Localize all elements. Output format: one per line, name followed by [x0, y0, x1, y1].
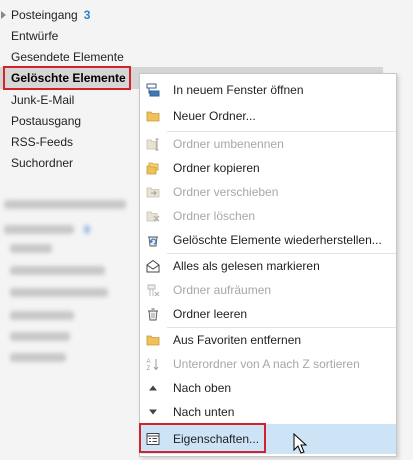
folder-gesendete[interactable]: Gesendete Elemente — [11, 47, 124, 67]
rename-folder-icon — [146, 138, 159, 151]
context-menu: In neuem Fenster öffnen Neuer Ordner... … — [139, 73, 397, 457]
menu-item-rename-folder: Ordner umbenennen — [140, 132, 396, 156]
redacted-account-name — [4, 200, 126, 209]
menu-item-label: Nach unten — [173, 405, 235, 419]
unread-count-badge: 3 — [83, 8, 91, 22]
remove-favorite-icon — [146, 335, 160, 346]
menu-item-label: Gelöschte Elemente wiederherstellen... — [173, 233, 382, 247]
menu-item-label: Ordner verschieben — [173, 185, 279, 199]
menu-item-label: Ordner aufräumen — [173, 283, 272, 297]
redacted-count — [84, 225, 90, 234]
menu-item-delete-folder: Ordner löschen — [140, 204, 396, 228]
sort-az-icon: A Z — [147, 359, 159, 371]
menu-item-label: Ordner umbenennen — [173, 137, 284, 151]
menu-item-label: Neuer Ordner... — [173, 109, 256, 123]
redacted-folder — [10, 244, 52, 253]
menu-item-label: Ordner leeren — [173, 307, 248, 321]
folder-suchordner[interactable]: Suchordner — [11, 153, 73, 173]
folder-rss[interactable]: RSS-Feeds — [11, 132, 73, 152]
menu-item-copy-folder[interactable]: Ordner kopieren — [140, 156, 396, 180]
folder-geloeschte[interactable]: Gelöschte Elemente — [11, 68, 126, 88]
folder-label: Junk-E-Mail — [11, 93, 75, 107]
menu-item-label: Unterordner von A nach Z sortieren — [173, 357, 360, 371]
menu-item-sort-subfolders: A Z Unterordner von A nach Z sortieren — [140, 352, 396, 376]
menu-item-cleanup-folder: Ordner aufräumen — [140, 278, 396, 302]
arrow-up-icon — [149, 385, 157, 391]
folder-label: Postausgang — [11, 114, 82, 128]
svg-text:Z: Z — [147, 366, 151, 371]
restore-icon — [148, 236, 158, 247]
menu-item-mark-all-read[interactable]: Alles als gelesen markieren — [140, 254, 396, 278]
open-window-icon — [146, 83, 160, 97]
folder-postausgang[interactable]: Postausgang — [11, 111, 81, 131]
menu-item-label: In neuem Fenster öffnen — [173, 83, 304, 97]
folder-junk[interactable]: Junk-E-Mail — [11, 90, 74, 110]
copy-folder-icon — [146, 162, 159, 175]
folder-posteingang[interactable]: Posteingang 3 — [11, 5, 90, 25]
mark-read-icon — [146, 259, 160, 273]
folder-label: Suchordner — [11, 156, 74, 170]
empty-folder-icon — [148, 308, 158, 321]
redacted-folder — [10, 288, 108, 297]
menu-item-remove-favorite[interactable]: Aus Favoriten entfernen — [140, 328, 396, 352]
arrow-down-icon — [149, 409, 157, 415]
menu-item-label: Ordner löschen — [173, 209, 256, 223]
redacted-folder — [10, 311, 74, 320]
new-folder-icon — [146, 111, 160, 122]
menu-item-open-new-window[interactable]: In neuem Fenster öffnen — [140, 78, 396, 102]
folder-label: Gelöschte Elemente — [11, 71, 126, 85]
menu-item-empty-folder[interactable]: Ordner leeren — [140, 302, 396, 326]
mouse-cursor-icon — [293, 433, 308, 454]
redacted-folder — [10, 353, 66, 362]
menu-item-label: Alles als gelesen markieren — [173, 259, 320, 273]
menu-item-label: Ordner kopieren — [173, 161, 260, 175]
folder-label: RSS-Feeds — [11, 135, 74, 149]
svg-text:A: A — [147, 359, 151, 365]
menu-item-move-down[interactable]: Nach unten — [140, 400, 396, 424]
menu-item-restore-deleted[interactable]: Gelöschte Elemente wiederherstellen... — [140, 228, 396, 252]
redacted-folder — [10, 332, 70, 341]
folder-label: Posteingang — [11, 8, 78, 22]
move-folder-icon — [146, 187, 160, 198]
menu-item-move-folder: Ordner verschieben — [140, 180, 396, 204]
folder-label: Gesendete Elemente — [11, 50, 124, 64]
folder-entwuerfe[interactable]: Entwürfe — [11, 26, 58, 46]
delete-folder-icon — [146, 211, 160, 222]
menu-item-new-folder[interactable]: Neuer Ordner... — [140, 104, 396, 128]
expand-caret-icon[interactable] — [1, 11, 6, 19]
menu-item-label: Nach oben — [173, 381, 232, 395]
menu-item-move-up[interactable]: Nach oben — [140, 376, 396, 400]
menu-item-label: Aus Favoriten entfernen — [173, 333, 302, 347]
folder-label: Entwürfe — [11, 29, 59, 43]
redacted-folder — [10, 266, 105, 275]
redacted-folder — [4, 225, 74, 234]
cleanup-icon — [147, 284, 160, 297]
annotation-box-properties — [139, 423, 266, 453]
